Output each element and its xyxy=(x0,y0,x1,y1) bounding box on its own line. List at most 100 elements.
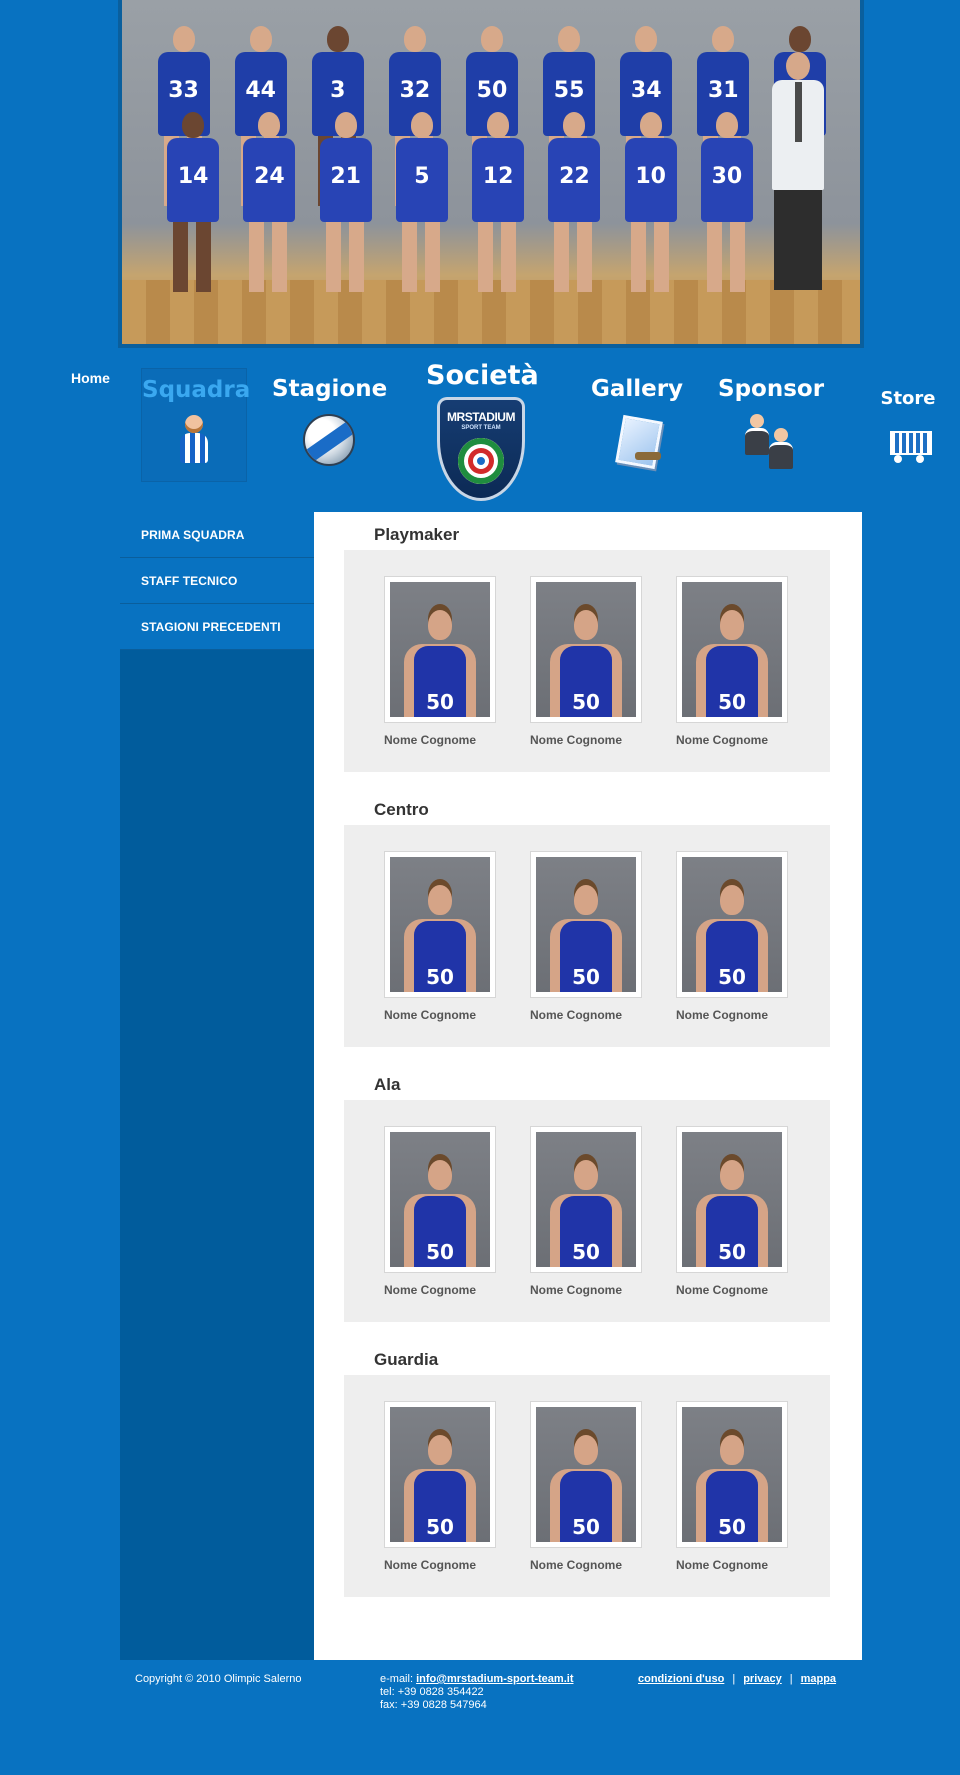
player-name: Nome Cognome xyxy=(384,1283,477,1297)
player-panel: 50 Nome Cognome 50 Nome Cognome 50 Nome … xyxy=(344,825,830,1047)
link-separator: | xyxy=(732,1673,736,1685)
nav-item-label: Squadra xyxy=(142,377,251,403)
player-photo: 50 xyxy=(682,582,782,717)
player-panel: 50 Nome Cognome 50 Nome Cognome 50 Nome … xyxy=(344,1375,830,1597)
cart-icon xyxy=(882,421,934,465)
sidebar-item-stagioni-precedenti[interactable]: STAGIONI PRECEDENTI xyxy=(120,604,314,650)
sidebar-item-staff-tecnico[interactable]: STAFF TECNICO xyxy=(120,558,314,604)
player-card[interactable]: 50 Nome Cognome xyxy=(530,576,642,747)
player-photo: 50 xyxy=(390,1132,490,1267)
team-player: 5 xyxy=(390,112,452,302)
nav-item-store[interactable]: Store xyxy=(872,388,944,465)
logo-text: MRSTADIUM xyxy=(447,410,515,424)
player-name: Nome Cognome xyxy=(384,1558,477,1572)
nav-item-stagione[interactable]: Stagione xyxy=(272,376,388,466)
team-player: 14 xyxy=(161,112,223,302)
nav-home-link[interactable]: Home xyxy=(71,370,110,386)
player-name: Nome Cognome xyxy=(530,1283,623,1297)
player-photo: 50 xyxy=(682,857,782,992)
player-photo: 50 xyxy=(390,582,490,717)
club-shield-icon: MRSTADIUM SPORT TEAM xyxy=(437,397,525,501)
player-card[interactable]: 50 Nome Cognome xyxy=(530,851,642,1022)
player-icon xyxy=(175,415,213,463)
player-photo-frame: 50 xyxy=(384,1126,496,1273)
player-photo-frame: 50 xyxy=(676,1401,788,1548)
team-coach xyxy=(766,52,830,292)
logo-subtext: SPORT TEAM xyxy=(461,425,501,431)
section-title: Guardia xyxy=(374,1350,439,1369)
footer-links: condizioni d'uso | privacy | mappa xyxy=(638,1673,836,1685)
nav-item-squadra[interactable]: Squadra xyxy=(141,368,251,482)
player-photo-frame: 50 xyxy=(384,851,496,998)
player-photo: 50 xyxy=(536,1132,636,1267)
nav-item-societa[interactable]: Società MRSTADIUM SPORT TEAM xyxy=(426,360,539,501)
player-panel: 50 Nome Cognome 50 Nome Cognome 50 Nome … xyxy=(344,550,830,772)
section-guardia: Guardia 50 Nome Cognome 50 Nome Cognome … xyxy=(344,1337,830,1597)
ball-icon xyxy=(303,414,355,466)
player-photo-frame: 50 xyxy=(530,576,642,723)
team-player: 22 xyxy=(542,112,604,302)
player-name: Nome Cognome xyxy=(530,1008,623,1022)
player-card[interactable]: 50 Nome Cognome xyxy=(384,851,496,1022)
player-name: Nome Cognome xyxy=(676,733,769,747)
player-photo-frame: 50 xyxy=(530,851,642,998)
privacy-link[interactable]: privacy xyxy=(743,1673,782,1685)
team-photo-banner: 33 44 3 32 50 55 34 31 12 14 24 21 5 12 … xyxy=(118,0,864,348)
nav-item-label: Stagione xyxy=(272,376,388,402)
contact-info: e-mail: info@mrstadium-sport-team.it tel… xyxy=(380,1673,573,1712)
terms-link[interactable]: condizioni d'uso xyxy=(638,1673,724,1685)
link-separator: | xyxy=(789,1673,793,1685)
player-photo: 50 xyxy=(536,857,636,992)
section-centro: Centro 50 Nome Cognome 50 Nome Cognome 5… xyxy=(344,787,830,1047)
player-name: Nome Cognome xyxy=(384,733,477,747)
sitemap-link[interactable]: mappa xyxy=(801,1673,836,1685)
copyright-text: Copyright © 2010 Olimpic Salerno xyxy=(135,1673,302,1685)
nav-item-gallery[interactable]: Gallery xyxy=(584,376,690,466)
player-name: Nome Cognome xyxy=(676,1283,769,1297)
player-card[interactable]: 50 Nome Cognome xyxy=(676,1126,788,1297)
main-content: Playmaker 50 Nome Cognome 50 Nome Cognom… xyxy=(314,512,862,1660)
player-panel: 50 Nome Cognome 50 Nome Cognome 50 Nome … xyxy=(344,1100,830,1322)
team-player: 21 xyxy=(314,112,376,302)
player-photo: 50 xyxy=(536,1407,636,1542)
player-name: Nome Cognome xyxy=(676,1008,769,1022)
nav-item-label: Store xyxy=(880,388,936,409)
player-card[interactable]: 50 Nome Cognome xyxy=(530,1401,642,1572)
team-player: 12 xyxy=(466,112,528,302)
gallery-icon xyxy=(613,414,661,466)
player-name: Nome Cognome xyxy=(676,1558,769,1572)
player-name: Nome Cognome xyxy=(530,733,623,747)
player-card[interactable]: 50 Nome Cognome xyxy=(530,1126,642,1297)
section-title: Ala xyxy=(374,1075,401,1094)
section-title: Playmaker xyxy=(374,525,460,544)
section-ala: Ala 50 Nome Cognome 50 Nome Cognome 50 N… xyxy=(344,1062,830,1322)
section-playmaker: Playmaker 50 Nome Cognome 50 Nome Cognom… xyxy=(344,512,830,772)
player-card[interactable]: 50 Nome Cognome xyxy=(676,1401,788,1572)
sidebar: PRIMA SQUADRA STAFF TECNICO STAGIONI PRE… xyxy=(120,512,314,1660)
section-title: Centro xyxy=(374,800,429,819)
player-photo-frame: 50 xyxy=(676,576,788,723)
player-photo: 50 xyxy=(390,857,490,992)
player-photo-frame: 50 xyxy=(530,1401,642,1548)
player-photo-frame: 50 xyxy=(384,576,496,723)
player-card[interactable]: 50 Nome Cognome xyxy=(384,576,496,747)
email-link[interactable]: info@mrstadium-sport-team.it xyxy=(416,1673,573,1685)
player-card[interactable]: 50 Nome Cognome xyxy=(384,1126,496,1297)
team-front-row: 14 24 21 5 12 22 10 30 xyxy=(154,112,764,302)
player-photo: 50 xyxy=(682,1132,782,1267)
player-photo: 50 xyxy=(390,1407,490,1542)
player-photo-frame: 50 xyxy=(676,851,788,998)
nav-item-sponsor[interactable]: Sponsor xyxy=(718,376,824,470)
team-player: 10 xyxy=(619,112,681,302)
nav-item-label: Gallery xyxy=(590,376,684,402)
player-card[interactable]: 50 Nome Cognome xyxy=(384,1401,496,1572)
player-card[interactable]: 50 Nome Cognome xyxy=(676,576,788,747)
sidebar-item-prima-squadra[interactable]: PRIMA SQUADRA xyxy=(120,512,314,558)
player-name: Nome Cognome xyxy=(384,1008,477,1022)
main-nav: Home Squadra Stagione Società MRSTADIUM … xyxy=(0,348,960,508)
player-card[interactable]: 50 Nome Cognome xyxy=(676,851,788,1022)
player-photo-frame: 50 xyxy=(530,1126,642,1273)
player-photo: 50 xyxy=(536,582,636,717)
team-player: 30 xyxy=(695,112,757,302)
logo-emblem xyxy=(458,438,504,484)
